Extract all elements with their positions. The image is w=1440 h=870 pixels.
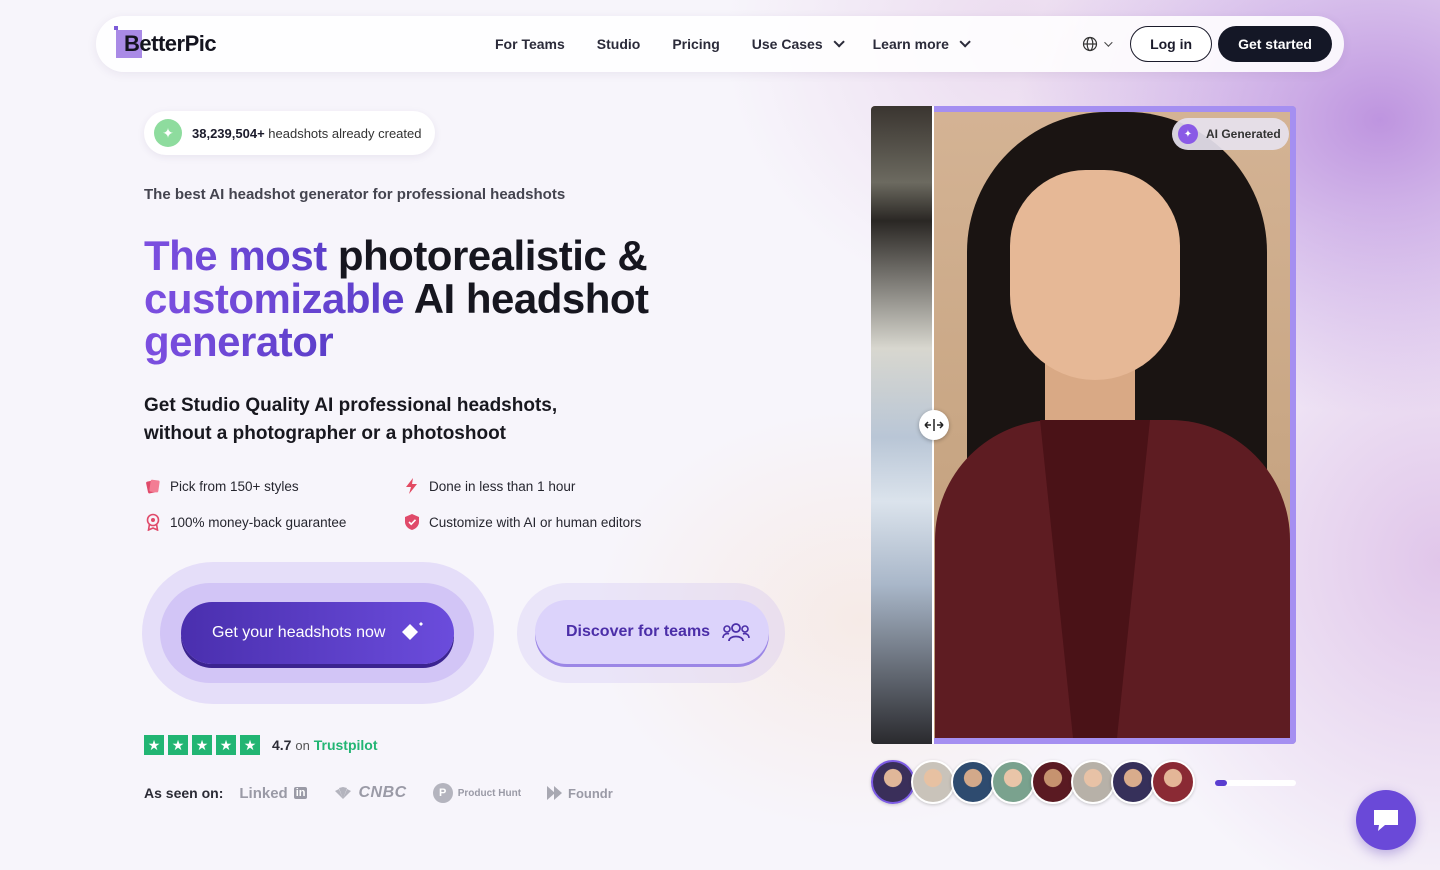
foundr-icon xyxy=(547,786,563,800)
feature-item: Customize with AI or human editors xyxy=(403,511,664,533)
product-hunt-text: Product Hunt xyxy=(457,787,522,799)
headline-part-1: The most xyxy=(144,232,327,279)
rating-on: on xyxy=(295,738,310,753)
page-title: The most photorealistic & customizable A… xyxy=(144,234,764,363)
star-icon: ★ xyxy=(168,735,188,755)
ai-generated-badge: ✦ AI Generated xyxy=(1172,118,1289,150)
sparkle-icon: ✦ xyxy=(154,119,182,147)
chevron-down-icon xyxy=(1104,38,1113,47)
nav-link-learn-more-label: Learn more xyxy=(872,36,949,52)
subheadline: Get Studio Quality AI professional heads… xyxy=(144,395,558,444)
feature-item: Pick from 150+ styles xyxy=(144,475,403,497)
styles-icon xyxy=(144,477,162,495)
thumbnail-4[interactable] xyxy=(991,760,1035,804)
team-icon xyxy=(722,623,750,642)
logo-text: BetterPic xyxy=(124,31,217,56)
carousel-progress-fill xyxy=(1215,780,1228,786)
star-icon: ★ xyxy=(240,735,260,755)
language-selector[interactable] xyxy=(1082,36,1113,52)
counter-number: 38,239,504+ xyxy=(192,125,265,141)
nav-link-for-teams[interactable]: For Teams xyxy=(495,36,565,52)
headshot-thumbnails xyxy=(871,760,1195,804)
nav-actions: Log in Get started xyxy=(1082,26,1332,62)
thumbnail-3[interactable] xyxy=(951,760,995,804)
discover-teams-button[interactable]: Discover for teams xyxy=(535,600,769,664)
thumbnail-2[interactable] xyxy=(911,760,955,804)
sparkle-icon: ✦ xyxy=(1178,124,1198,144)
arrows-horizontal-icon xyxy=(924,419,944,431)
sparkle-icon xyxy=(402,622,424,640)
counter-text: 38,239,504+ headshots already created xyxy=(192,126,421,141)
globe-icon xyxy=(1082,36,1098,52)
counter-suffix: headshots already created xyxy=(264,125,422,141)
chat-button[interactable] xyxy=(1356,790,1416,850)
rating-text: 4.7 on Trustpilot xyxy=(272,737,378,753)
cnbc-logo: CNBC xyxy=(333,784,406,802)
get-started-button[interactable]: Get started xyxy=(1218,26,1332,62)
as-seen-on-label: As seen on: xyxy=(144,785,224,801)
top-navbar: BetterPic For Teams Studio Pricing Use C… xyxy=(96,16,1344,72)
logo[interactable]: BetterPic xyxy=(114,26,217,60)
lightning-icon xyxy=(403,477,421,495)
chevron-down-icon xyxy=(833,36,845,48)
carousel-progress xyxy=(1215,780,1296,786)
feature-item: Done in less than 1 hour xyxy=(403,475,664,497)
discover-teams-label: Discover for teams xyxy=(566,623,711,640)
nav-link-pricing[interactable]: Pricing xyxy=(672,36,719,52)
get-headshots-button[interactable]: Get your headshots now xyxy=(181,602,454,664)
compare-slider-handle[interactable] xyxy=(919,410,949,440)
nav-link-use-cases[interactable]: Use Cases xyxy=(751,36,845,52)
product-hunt-logo: P Product Hunt xyxy=(432,783,522,803)
headline-part-2: photorealistic & xyxy=(326,232,648,279)
thumbnail-8[interactable] xyxy=(1151,760,1195,804)
headshot-counter: ✦ 38,239,504+ headshots already created xyxy=(144,111,436,155)
linkedin-logo-in: in xyxy=(293,787,308,799)
feature-label: Pick from 150+ styles xyxy=(170,478,299,494)
linkedin-logo: Linked in xyxy=(239,784,308,802)
foundr-text: Foundr xyxy=(568,785,613,801)
feature-item: 100% money-back guarantee xyxy=(144,511,403,533)
nav-link-studio[interactable]: Studio xyxy=(597,36,641,52)
trustpilot-rating: ★ ★ ★ ★ ★ 4.7 on Trustpilot xyxy=(144,735,378,755)
nav-link-learn-more[interactable]: Learn more xyxy=(872,36,971,52)
star-icon: ★ xyxy=(192,735,212,755)
linkedin-logo-text: Linked xyxy=(239,784,288,802)
rating-value: 4.7 xyxy=(272,737,292,753)
peacock-icon xyxy=(335,787,352,799)
thumbnail-7[interactable] xyxy=(1111,760,1155,804)
portrait-face xyxy=(1010,170,1180,380)
login-button[interactable]: Log in xyxy=(1130,26,1213,62)
shield-icon xyxy=(403,513,421,531)
tagline: The best AI headshot generator for profe… xyxy=(144,186,566,203)
chevron-down-icon xyxy=(959,36,971,48)
chat-icon xyxy=(1374,810,1398,831)
thumbnail-6[interactable] xyxy=(1071,760,1115,804)
badge-icon xyxy=(144,513,162,531)
trustpilot-link[interactable]: Trustpilot xyxy=(314,737,378,753)
feature-label: 100% money-back guarantee xyxy=(170,514,347,530)
logo-dot xyxy=(114,26,118,30)
star-icon: ★ xyxy=(216,735,236,755)
headline-part-3: customizable xyxy=(144,275,405,322)
nav-links: For Teams Studio Pricing Use Cases Learn… xyxy=(495,36,971,52)
feature-list: Pick from 150+ styles Done in less than … xyxy=(144,475,664,533)
nav-link-use-cases-label: Use Cases xyxy=(751,36,823,52)
feature-label: Customize with AI or human editors xyxy=(429,514,642,530)
cnbc-logo-text: CNBC xyxy=(358,784,407,801)
press-logos: As seen on: Linked in CNBC P Product Hunt… xyxy=(144,783,639,803)
thumbnail-1[interactable] xyxy=(871,760,915,804)
star-icon: ★ xyxy=(144,735,164,755)
product-hunt-icon: P xyxy=(432,783,453,803)
get-headshots-label: Get your headshots now xyxy=(212,624,386,641)
foundr-logo: Foundr xyxy=(547,786,613,801)
headline-part-5: generator xyxy=(144,318,334,365)
thumbnail-5[interactable] xyxy=(1031,760,1075,804)
feature-label: Done in less than 1 hour xyxy=(429,478,576,494)
headline-part-4: AI headshot xyxy=(404,275,649,322)
ai-generated-label: AI Generated xyxy=(1206,127,1281,141)
